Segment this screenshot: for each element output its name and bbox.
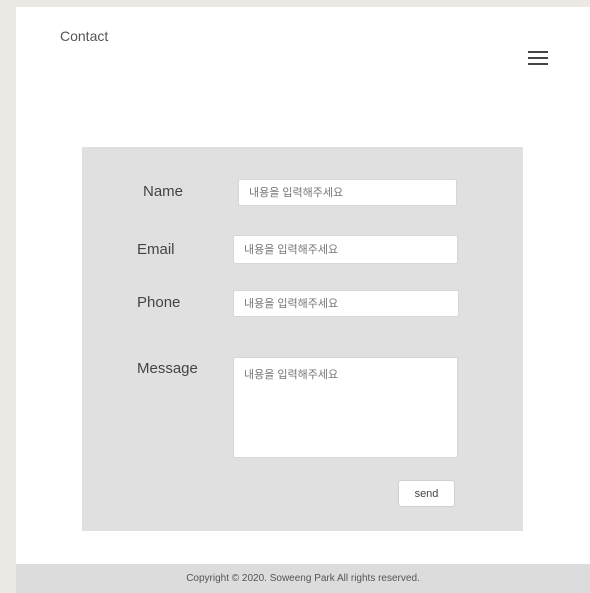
send-button[interactable]: send: [398, 480, 455, 507]
copyright-text: Copyright © 2020. Soweeng Park All right…: [186, 573, 420, 584]
page-title: Contact: [60, 28, 109, 44]
email-label: Email: [137, 241, 175, 258]
contact-form: Name Email Phone Message send: [82, 147, 523, 531]
name-label: Name: [143, 183, 184, 200]
footer: Copyright © 2020. Soweeng Park All right…: [16, 564, 590, 593]
phone-input[interactable]: [233, 290, 459, 317]
phone-label: Phone: [137, 294, 181, 311]
page: Contact Name Email Phone Message send Co…: [16, 7, 590, 593]
hamburger-menu-icon[interactable]: [528, 51, 548, 67]
name-input[interactable]: [238, 179, 457, 206]
email-input[interactable]: [233, 235, 458, 264]
message-label: Message: [137, 360, 198, 377]
message-textarea[interactable]: [233, 357, 458, 458]
